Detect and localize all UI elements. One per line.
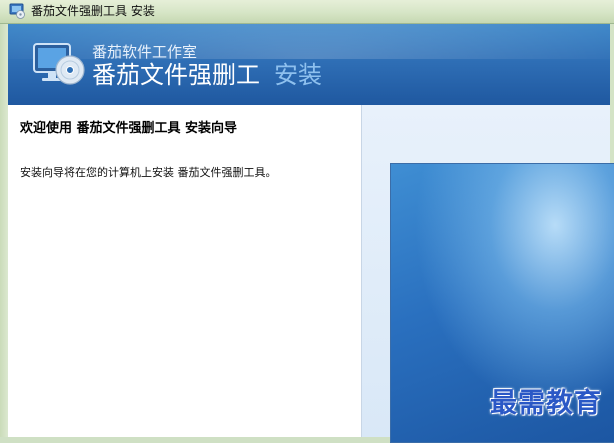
window-title-bar[interactable]: 番茄文件强删工具 安装 (0, 0, 614, 24)
welcome-description: 安装向导将在您的计算机上安装 番茄文件强删工具。 (20, 166, 277, 179)
installer-banner: 番茄软件工作室 番茄文件强删工 安装 (8, 24, 610, 105)
watermark: 最需教育 (490, 388, 602, 419)
window-frame-left (0, 24, 8, 437)
installer-icon (9, 3, 25, 19)
window-title: 番茄文件强删工具 安装 (31, 4, 155, 18)
installer-cd-monitor-icon (33, 43, 85, 85)
product-name: 番茄文件强删工 (92, 61, 260, 89)
product-title: 番茄文件强删工 安装 (92, 61, 322, 89)
welcome-heading: 欢迎使用 番茄文件强删工具 安装向导 (20, 121, 238, 136)
studio-name: 番茄软件工作室 (92, 43, 198, 61)
welcome-panel: 欢迎使用 番茄文件强删工具 安装向导 安装向导将在您的计算机上安装 番茄文件强删… (8, 105, 362, 437)
install-label: 安装 (274, 61, 322, 89)
